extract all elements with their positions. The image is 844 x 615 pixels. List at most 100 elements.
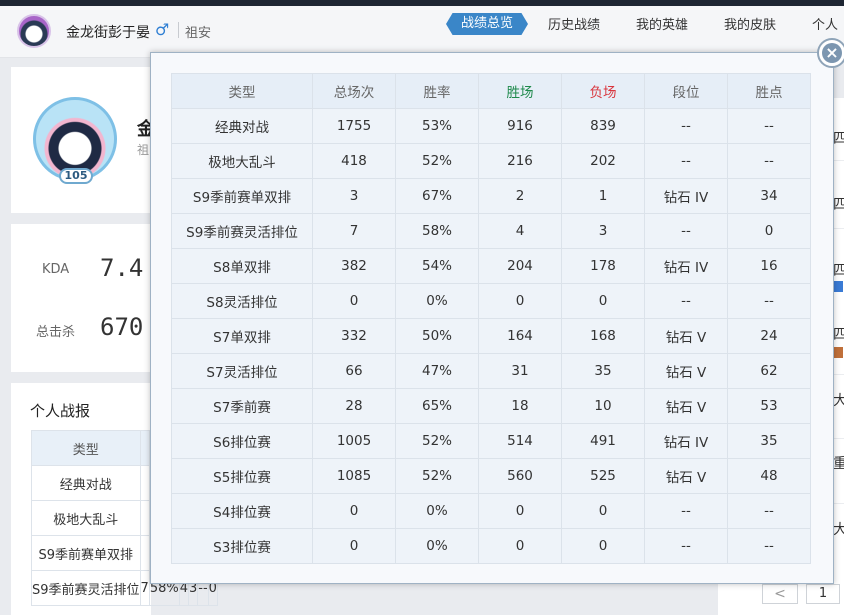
tab-history[interactable]: 历史战绩 xyxy=(548,14,600,33)
type-cell: 经典对战 xyxy=(31,465,141,501)
cell: 0 xyxy=(561,528,645,564)
cell: 钻石 IV xyxy=(644,248,728,284)
table-row: S5排位赛 1085 52% 560 525 钻石 V 48 xyxy=(171,458,811,494)
cell: 钻石 IV xyxy=(644,178,728,214)
cell: 560 xyxy=(478,458,562,494)
pager-page-1[interactable]: 1 xyxy=(806,584,840,604)
cell: 0% xyxy=(395,283,479,319)
cell: 1005 xyxy=(312,423,396,459)
list-item-text: 重 xyxy=(833,456,844,472)
cell: 53 xyxy=(727,388,811,424)
cell: -- xyxy=(727,283,811,319)
cell: 48 xyxy=(727,458,811,494)
cell: -- xyxy=(727,108,811,144)
cell: -- xyxy=(727,493,811,529)
cell: -- xyxy=(727,143,811,179)
type-cell: S6排位赛 xyxy=(171,423,313,459)
close-icon: × xyxy=(822,43,842,63)
cell: 2 xyxy=(478,178,562,214)
type-cell: S9季前赛单双排 xyxy=(31,535,141,571)
kda-value: 7.4 xyxy=(100,254,144,282)
cell: 0 xyxy=(312,493,396,529)
type-cell: S9季前赛灵活排位 xyxy=(171,213,313,249)
cell: 0 xyxy=(478,283,562,319)
cell: 52% xyxy=(395,458,479,494)
header-cell: 总场次 xyxy=(312,73,396,109)
cell: 钻石 V xyxy=(644,353,728,389)
cell: 35 xyxy=(727,423,811,459)
cell: 0 xyxy=(561,283,645,319)
cell: 216 xyxy=(478,143,562,179)
cell: 916 xyxy=(478,108,562,144)
cell: 67% xyxy=(395,178,479,214)
cell: 16 xyxy=(727,248,811,284)
avatar[interactable] xyxy=(17,14,51,48)
close-button[interactable]: × xyxy=(817,38,844,68)
cell: 钻石 IV xyxy=(644,423,728,459)
cell: 178 xyxy=(561,248,645,284)
cell: 164 xyxy=(478,318,562,354)
table-row: 经典对战 1755 53% 916 839 -- -- xyxy=(171,108,811,144)
type-cell: S9季前赛灵活排位 xyxy=(31,570,141,606)
tab-overview[interactable]: 战绩总览 xyxy=(446,13,528,35)
header-cell: 胜场 xyxy=(478,73,562,109)
type-cell: S9季前赛单双排 xyxy=(171,178,313,214)
type-cell: S7灵活排位 xyxy=(171,353,313,389)
cell: -- xyxy=(644,493,728,529)
type-cell: S8单双排 xyxy=(171,248,313,284)
table-row: S4排位赛 0 0% 0 0 -- -- xyxy=(171,493,811,529)
cell: 钻石 V xyxy=(644,458,728,494)
type-cell: S7季前赛 xyxy=(171,388,313,424)
cell: 3 xyxy=(312,178,396,214)
table-row: S6排位赛 1005 52% 514 491 钻石 IV 35 xyxy=(171,423,811,459)
cell: 7 xyxy=(312,213,396,249)
cell: 钻石 V xyxy=(644,318,728,354)
profile-card: 105 金 祖 xyxy=(11,67,155,213)
cell: 418 xyxy=(312,143,396,179)
list-item-text: 四 xyxy=(833,327,844,343)
cell: -- xyxy=(644,108,728,144)
tab-heroes[interactable]: 我的英雄 xyxy=(636,14,688,33)
pager-prev-button[interactable]: < xyxy=(762,584,798,604)
cell: 34 xyxy=(727,178,811,214)
tab-skins[interactable]: 我的皮肤 xyxy=(724,14,776,33)
region-label: 祖安 xyxy=(185,26,212,41)
cell: 0 xyxy=(561,493,645,529)
profile-region: 祖 xyxy=(137,143,150,157)
cell: 66 xyxy=(312,353,396,389)
type-cell: 极地大乱斗 xyxy=(31,500,141,536)
cell: 1 xyxy=(561,178,645,214)
kills-value: 670 xyxy=(100,313,144,341)
table-header: 类型 总场次 胜率 胜场 负场 段位 胜点 xyxy=(171,73,811,109)
cell: 514 xyxy=(478,423,562,459)
cell: 0 xyxy=(478,528,562,564)
type-cell: S5排位赛 xyxy=(171,458,313,494)
user-name: 金龙街彭于晏 xyxy=(66,25,150,41)
table-row: 极地大乱斗 418 52% 216 202 -- -- xyxy=(171,143,811,179)
cell: 839 xyxy=(561,108,645,144)
cell: 54% xyxy=(395,248,479,284)
type-cell: S8灵活排位 xyxy=(171,283,313,319)
cell: 0 xyxy=(727,213,811,249)
cell: 3 xyxy=(561,213,645,249)
type-cell: S7单双排 xyxy=(171,318,313,354)
personal-report: 个人战报 类型 经典对战 极地大乱斗 S9季前赛单双排 S9季前赛灵活排位 7 … xyxy=(11,383,218,615)
kda-label: KDA xyxy=(42,262,70,277)
type-cell: 极地大乱斗 xyxy=(171,143,313,179)
tab-personal[interactable]: 个人 xyxy=(812,14,838,33)
list-item-text: 大 xyxy=(833,522,844,538)
header-cell: 胜点 xyxy=(727,73,811,109)
header-cell: 负场 xyxy=(561,73,645,109)
cell: 525 xyxy=(561,458,645,494)
cell: 0 xyxy=(312,283,396,319)
tag-icon xyxy=(833,281,843,292)
level-badge: 105 xyxy=(59,168,93,184)
table-row: S7季前赛 28 65% 18 10 钻石 V 53 xyxy=(171,388,811,424)
header-cell: 类型 xyxy=(31,430,141,466)
type-cell: S4排位赛 xyxy=(171,493,313,529)
cell: 202 xyxy=(561,143,645,179)
cell: -- xyxy=(727,528,811,564)
list-item-text: 四 xyxy=(833,197,844,213)
cell: 1755 xyxy=(312,108,396,144)
cell: 52% xyxy=(395,423,479,459)
